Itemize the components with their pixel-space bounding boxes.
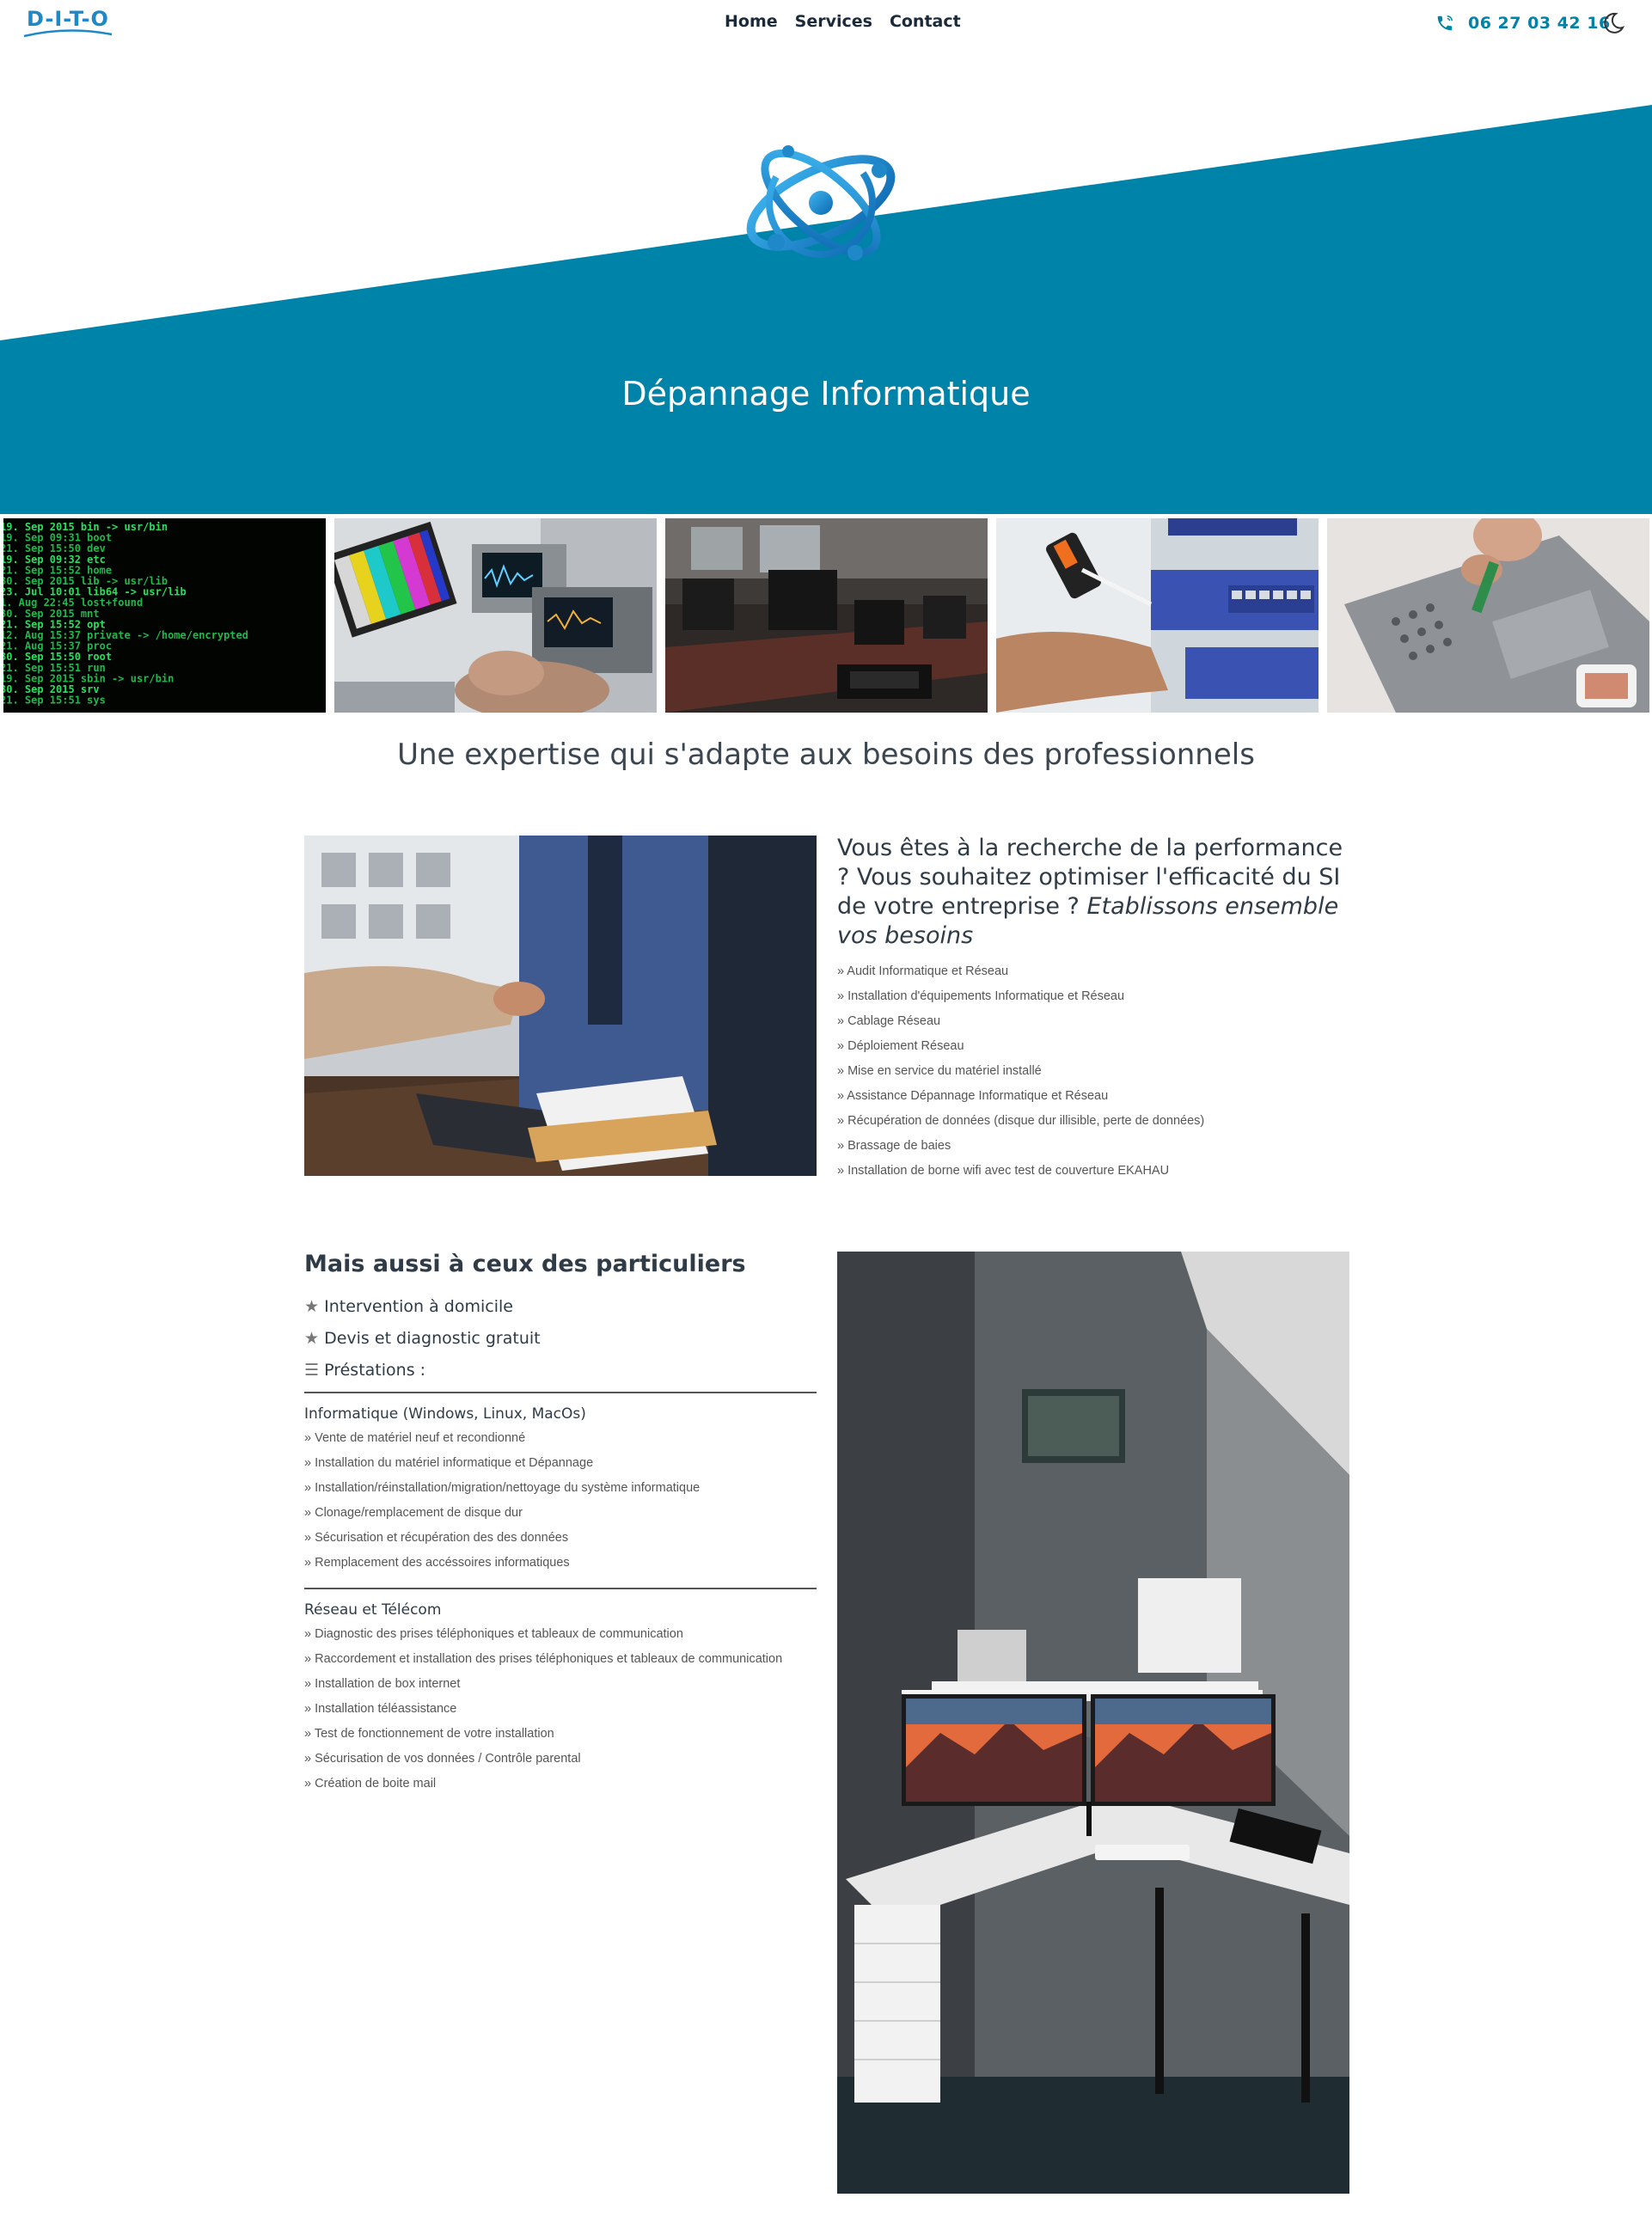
handshake-photo: [304, 836, 817, 1176]
gallery-image-terminal: 19. Sep 2015 bin -> usr/bin 19. Sep 09:31…: [3, 518, 326, 713]
photo-gallery: 19. Sep 2015 bin -> usr/bin 19. Sep 09:31…: [0, 518, 1652, 714]
list-item: » Sécurisation et récupération des des d…: [304, 1531, 569, 1545]
phone-number: 06 27 03 42 16: [1468, 14, 1611, 33]
divider: [304, 1392, 817, 1393]
list-item: » Assistance Dépannage Informatique et R…: [837, 1089, 1109, 1103]
site-logo[interactable]: D-I-T-O: [22, 7, 113, 40]
list-item: » Mise en service du matériel installé: [837, 1064, 1042, 1078]
atom-emblem-icon: [746, 145, 896, 260]
nav-link-contact[interactable]: Contact: [890, 12, 961, 31]
star-icon: ★: [304, 1329, 320, 1348]
computing-services-list: » Vente de matériel neuf et recondionné …: [304, 1426, 817, 1576]
list-item: » Installation/réinstallation/migration/…: [304, 1481, 701, 1495]
gallery-image-network-switch: [996, 518, 1319, 713]
perk-label: Intervention à domicile: [324, 1297, 513, 1316]
list-item: » Récupération de données (disque dur il…: [837, 1114, 1205, 1128]
moon-icon[interactable]: [1600, 10, 1626, 36]
network-services-list: » Diagnostic des prises téléphoniques et…: [304, 1622, 817, 1797]
phone-link[interactable]: 06 27 03 42 16: [1435, 14, 1611, 33]
section-heading-professionals: Une expertise qui s'adapte aux besoins d…: [397, 738, 1255, 772]
list-item: » Raccordement et installation des prise…: [304, 1652, 783, 1666]
gallery-image-hardware-repair: [1327, 518, 1649, 713]
list-item: » Installation du matériel informatique …: [304, 1456, 594, 1470]
individuals-section: Mais aussi à ceux des particuliers ★ Int…: [304, 1251, 817, 1797]
list-item: » Installation d'équipements Informatiqu…: [837, 989, 1125, 1003]
list-item: » Audit Informatique et Réseau: [837, 964, 1009, 978]
hero-banner: Dépannage Informatique: [0, 48, 1652, 514]
list-item: » Sécurisation de vos données / Contrôle…: [304, 1752, 581, 1766]
list-item: » Installation de borne wifi avec test d…: [837, 1164, 1170, 1178]
list-item: » Remplacement des accéssoires informati…: [304, 1556, 570, 1570]
category-title-computing: Informatique (Windows, Linux, MacOs): [304, 1405, 586, 1423]
top-navbar: D-I-T-O Home Services Contact 06 27 03 4…: [0, 0, 1652, 48]
perk-free-quote: ★ Devis et diagnostic gratuit: [304, 1323, 817, 1355]
star-icon: ★: [304, 1297, 320, 1316]
perk-label: Devis et diagnostic gratuit: [324, 1329, 541, 1348]
main-menu: Home Services Contact: [725, 12, 978, 31]
gallery-image-electronics-lab: [334, 518, 657, 713]
professionals-question: Vous êtes à la recherche de la performan…: [837, 834, 1353, 951]
professionals-services-list: » Audit Informatique et Réseau » Install…: [837, 959, 1353, 1184]
perk-services: ☰ Préstations :: [304, 1355, 817, 1387]
list-item: » Cablage Réseau: [837, 1014, 941, 1028]
list-icon: ☰: [304, 1361, 320, 1380]
list-item: » Installation téléassistance: [304, 1702, 457, 1716]
perk-label: Préstations :: [324, 1361, 426, 1380]
nav-link-home[interactable]: Home: [725, 12, 778, 31]
nav-link-services[interactable]: Services: [795, 12, 872, 31]
individuals-heading: Mais aussi à ceux des particuliers: [304, 1251, 746, 1277]
list-item: » Diagnostic des prises téléphoniques et…: [304, 1627, 683, 1641]
list-item: » Brassage de baies: [837, 1139, 951, 1153]
list-item: » Installation de box internet: [304, 1677, 461, 1691]
phone-icon: [1437, 15, 1453, 31]
hero-title: Dépannage Informatique: [621, 375, 1031, 413]
list-item: » Vente de matériel neuf et recondionné: [304, 1431, 526, 1445]
list-item: » Déploiement Réseau: [837, 1039, 964, 1053]
list-item: » Création de boite mail: [304, 1777, 437, 1791]
professionals-text: Vous êtes à la recherche de la performan…: [837, 834, 1353, 1184]
divider: [304, 1588, 817, 1589]
list-item: » Clonage/remplacement de disque dur: [304, 1506, 523, 1520]
logo-swoosh-icon: [23, 29, 113, 38]
perk-home-service: ★ Intervention à domicile: [304, 1291, 817, 1323]
category-title-network: Réseau et Télécom: [304, 1601, 442, 1619]
gallery-image-office: [665, 518, 988, 713]
terminal-line: 21. Sep 15:51 sys: [3, 695, 106, 707]
home-office-photo: [837, 1252, 1349, 2194]
list-item: » Test de fonctionnement de votre instal…: [304, 1727, 554, 1741]
